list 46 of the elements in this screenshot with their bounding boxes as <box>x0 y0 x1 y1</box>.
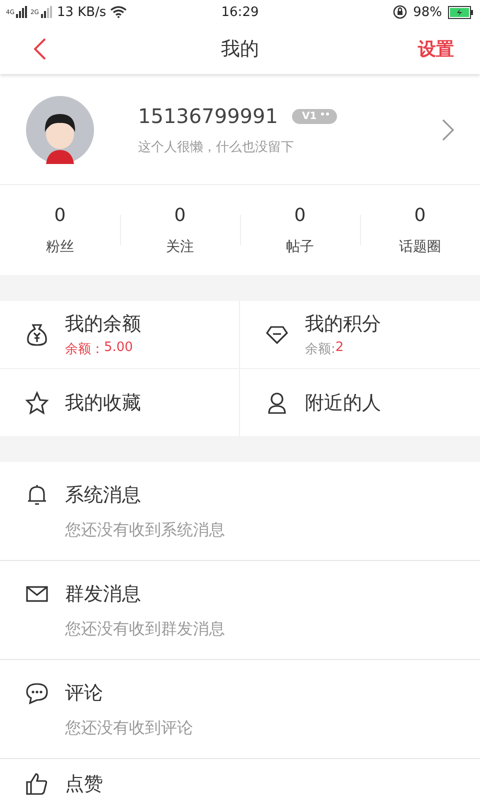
thumbs-up-icon <box>25 772 49 796</box>
balance-label: 余额： <box>65 341 104 358</box>
message-title[interactable]: 系统消息 <box>65 482 141 508</box>
money-bag-icon <box>25 322 49 346</box>
stat-count[interactable]: 0 <box>294 204 306 226</box>
message-title[interactable]: 群发消息 <box>65 581 141 607</box>
wifi-icon <box>110 6 128 18</box>
clock: 16:29 <box>221 4 259 20</box>
network-speed: 13 KB/s <box>56 4 106 20</box>
tile-title[interactable]: 我的余额 <box>65 311 141 337</box>
chevron-right-icon[interactable] <box>442 119 454 141</box>
stat-label[interactable]: 帖子 <box>286 238 314 256</box>
star-icon <box>25 390 49 414</box>
signal-icon <box>40 6 53 18</box>
speech-bubble-icon <box>25 681 49 705</box>
person-icon <box>265 390 289 414</box>
balance-value: 2 <box>335 340 344 357</box>
level-badge: V1 <box>292 108 337 124</box>
message-subtitle: 您还没有收到系统消息 <box>65 520 226 541</box>
tile-title[interactable]: 附近的人 <box>305 390 381 416</box>
settings-button[interactable]: 设置 <box>412 33 460 65</box>
tile-title[interactable]: 我的积分 <box>305 311 381 337</box>
stat-label[interactable]: 关注 <box>166 238 194 256</box>
stat-label[interactable]: 粉丝 <box>46 238 74 256</box>
message-title[interactable]: 评论 <box>65 680 103 706</box>
rotation-lock-icon <box>393 5 408 19</box>
back-icon[interactable] <box>34 38 46 60</box>
signal-icon <box>16 6 28 18</box>
message-title[interactable]: 点赞 <box>65 771 103 797</box>
avatar-icon <box>26 96 94 164</box>
stat-count[interactable]: 0 <box>414 204 426 226</box>
user-bio: 这个人很懒，什么也没留下 <box>138 139 295 156</box>
page-title: 我的 <box>221 37 259 62</box>
message-subtitle: 您还没有收到群发消息 <box>65 619 226 640</box>
bell-icon <box>25 483 49 507</box>
battery-percent: 98% <box>413 4 442 20</box>
stat-count[interactable]: 0 <box>54 204 66 226</box>
balance-label: 余额: <box>305 341 336 358</box>
dots-icon <box>320 112 329 116</box>
message-subtitle: 您还没有收到评论 <box>65 718 194 739</box>
tile-title[interactable]: 我的收藏 <box>65 390 141 416</box>
user-name: 15136799991 <box>138 104 278 128</box>
battery-icon <box>448 6 474 18</box>
stat-label[interactable]: 话题圈 <box>399 238 441 256</box>
stat-count[interactable]: 0 <box>174 204 186 226</box>
balance-value: 5.00 <box>104 340 133 357</box>
